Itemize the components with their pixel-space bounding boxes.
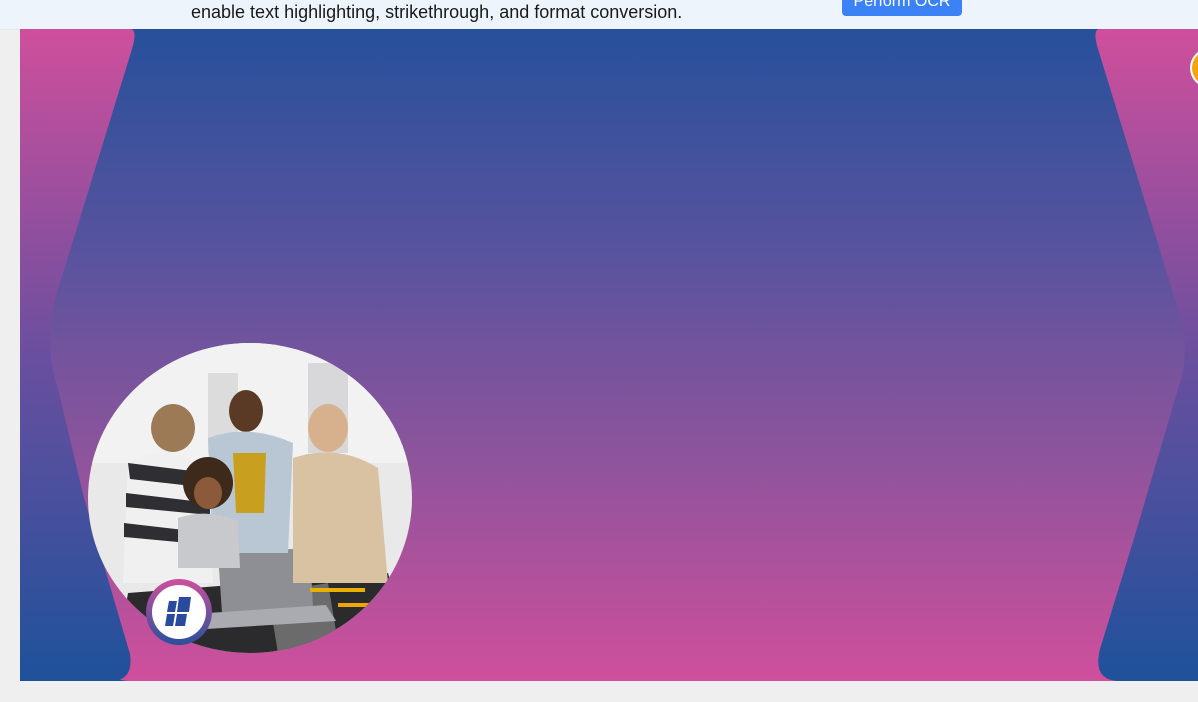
toolbar-description: enable text highlighting, strikethrough,… <box>191 2 683 22</box>
document-toolbar: enable text highlighting, strikethrough,… <box>0 0 1198 30</box>
windows-logo-icon <box>146 579 212 645</box>
team-photo <box>88 343 412 653</box>
perform-ocr-button[interactable]: Perform OCR <box>842 0 962 16</box>
